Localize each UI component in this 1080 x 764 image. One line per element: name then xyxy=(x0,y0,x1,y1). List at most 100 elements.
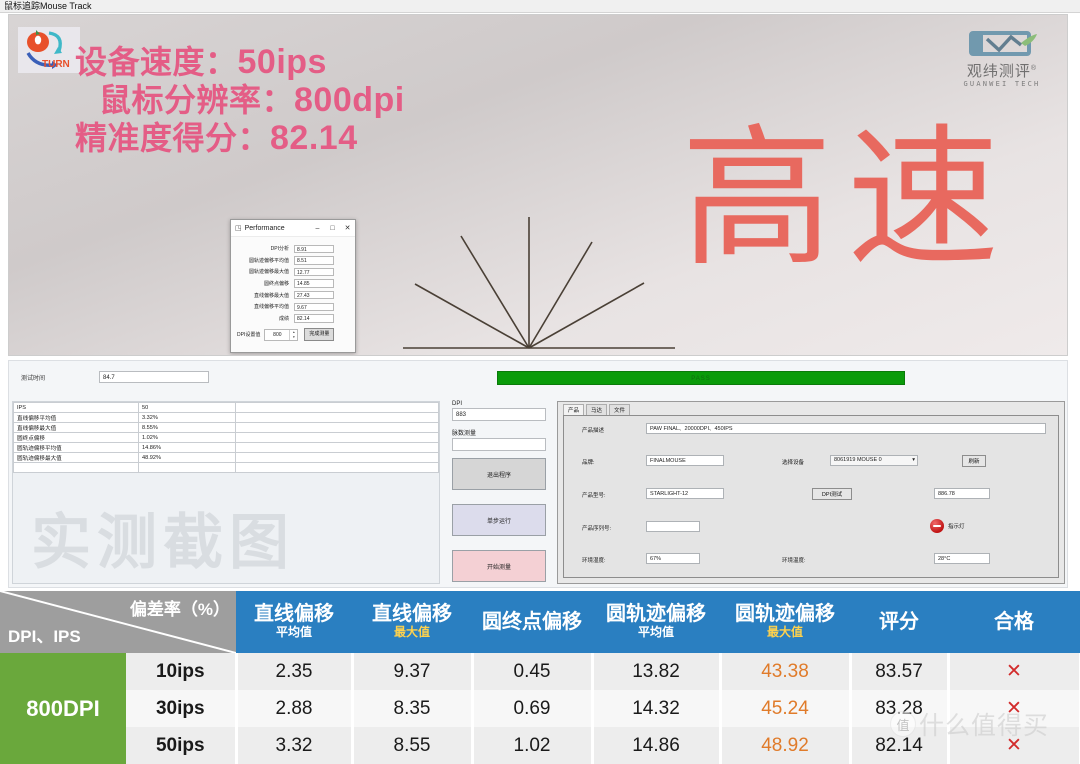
group-label-800dpi: 800DPI xyxy=(0,653,126,764)
summary-header-row: 偏差率（%） DPI、IPS 直线偏移 平均值 直线偏移 最大值 圆终点偏移 圆… xyxy=(0,591,1080,653)
column-header-circle-avg-sub: 平均值 xyxy=(637,625,674,640)
column-header-line-max-sub: 最大值 xyxy=(393,625,430,640)
model-field[interactable]: STARLIGHT-12 xyxy=(646,488,724,499)
maximize-button[interactable]: □ xyxy=(325,225,340,232)
headline-device-speed-label: 设备速度： xyxy=(75,44,238,80)
result-key: 圆轨迹偏移平均值 xyxy=(13,442,139,453)
performance-row-label: 直线偏移最大值 xyxy=(253,292,289,299)
performance-row: 圆轨迹偏移平均值 8.51 xyxy=(237,255,349,267)
model-label: 产品型号: xyxy=(582,493,606,499)
exit-program-button[interactable]: 退出程序 xyxy=(452,458,546,490)
column-header-score: 评分 xyxy=(850,591,948,653)
result-key: 圆轨迹偏移最大值 xyxy=(13,452,139,463)
cell-circle-avg: 14.32 xyxy=(592,690,722,727)
table-row: 圆终点偏移 1.02% xyxy=(13,432,439,443)
row-ips: 30ips xyxy=(126,690,238,727)
product-desc-label: 产品描述 xyxy=(582,428,605,434)
performance-fields: DPI分析 8.91 圆轨迹偏移平均值 8.51 圆轨迹偏移最大值 12.77 … xyxy=(231,237,355,324)
pulse-field[interactable] xyxy=(452,438,546,451)
column-header-circle-end-title: 圆终点偏移 xyxy=(482,610,582,633)
dpi-control-column: DPI 883 脉数测量 退出程序 单步运行 开始测量 xyxy=(452,401,546,596)
close-button[interactable]: ✕ xyxy=(340,224,355,232)
performance-score-value: 82.14 xyxy=(294,314,334,323)
summary-table: 偏差率（%） DPI、IPS 直线偏移 平均值 直线偏移 最大值 圆终点偏移 圆… xyxy=(0,591,1080,764)
headline-dpi-label: 鼠标分辨率： xyxy=(99,82,295,119)
result-panel: IPS 50 直线偏移平均值 3.32% 直线偏移最大值 8.55% 圆终点偏移… xyxy=(12,401,440,584)
device-select[interactable]: 8061919 MOUSE 0 ▾ xyxy=(830,455,918,466)
serial-field[interactable] xyxy=(646,521,700,532)
performance-row-value: 8.91 xyxy=(294,244,334,254)
start-measure-button[interactable]: 开始测量 xyxy=(452,550,546,582)
cell-circle-avg: 14.86 xyxy=(592,727,722,764)
table-row xyxy=(13,462,439,473)
performance-row: 圆轨迹偏移最大值 12.77 xyxy=(237,266,349,278)
brand-registered-mark: ® xyxy=(1030,65,1038,72)
minimize-button[interactable]: – xyxy=(310,225,325,232)
temperature-label: 环境温度: xyxy=(782,558,806,564)
test-time-field[interactable]: 84.7 xyxy=(99,371,209,383)
headline-score-value: 82.14 xyxy=(270,119,358,158)
cell-circle-max: 43.38 xyxy=(720,653,852,690)
tab-motor[interactable]: 马达 xyxy=(586,404,608,415)
performance-footer: DPI设置值 800 ▲ ▼ 完成测量 xyxy=(231,328,355,342)
dpi-field[interactable]: 883 xyxy=(452,408,546,421)
cell-pass: ✕ xyxy=(948,690,1080,727)
result-value: 48.92% xyxy=(138,452,236,463)
performance-row-value: 14.85 xyxy=(294,279,334,288)
headline-device-speed: 设备速度：50ips xyxy=(75,43,499,81)
humidity-field[interactable]: 67% xyxy=(646,553,700,564)
refresh-button[interactable]: 刷新 xyxy=(962,455,986,467)
indicator-label: 指示灯 xyxy=(948,524,965,530)
dpi-setting-stepper[interactable]: 800 ▲ ▼ xyxy=(264,328,299,341)
dpi-test-button[interactable]: DPI测试 xyxy=(812,488,852,500)
result-key: 圆终点偏移 xyxy=(13,432,139,443)
performance-dialog[interactable]: ◳ Performance – □ ✕ DPI分析 8.91 圆轨迹偏移平均值 … xyxy=(230,219,356,353)
stepper-arrows-icon[interactable]: ▲ ▼ xyxy=(289,329,297,340)
column-header-circle-avg-title: 圆轨迹偏移 xyxy=(606,603,706,626)
mouse-track-lines xyxy=(403,217,675,349)
mouse-track-canvas[interactable]: TURN 设备速度：50ips 鼠标分辨率：800dpi 精准度得分：82.14 xyxy=(8,14,1068,356)
performance-row-label: 圆终点偏移 xyxy=(263,281,289,288)
indicator-led-icon xyxy=(930,519,944,533)
tab-file[interactable]: 文件 xyxy=(609,404,631,415)
temperature-field[interactable]: 28°C xyxy=(934,553,990,564)
test-time-label: 测试时间 xyxy=(21,375,46,382)
product-panel: 产品 马达 文件 产品描述 PAW FINAL、20000DPI、450IPS … xyxy=(557,401,1065,584)
result-value: 50 xyxy=(138,402,236,413)
device-select-row: 选择设备 xyxy=(782,458,804,466)
window-title-bar: 鼠标追踪Mouse Track xyxy=(0,0,1080,13)
performance-row-label: DPI分析 xyxy=(270,246,289,253)
cell-line-avg: 3.32 xyxy=(236,727,354,764)
headline-group: 设备速度：50ips 鼠标分辨率：800dpi 精准度得分：82.14 xyxy=(69,43,499,157)
finish-measure-button[interactable]: 完成测量 xyxy=(304,328,335,342)
cell-line-avg: 2.35 xyxy=(236,653,354,690)
column-header-score-title: 评分 xyxy=(879,610,919,633)
model-row: 产品型号: xyxy=(582,491,606,499)
brand-row: 品牌: xyxy=(582,458,595,466)
cell-score: 82.14 xyxy=(850,727,950,764)
headline-device-speed-value: 50ips xyxy=(237,43,327,81)
device-select-label: 选择设备 xyxy=(782,460,805,466)
column-header-line-avg-title: 直线偏移 xyxy=(254,603,334,626)
dpi-setting-value[interactable]: 800 xyxy=(265,330,289,340)
tab-product[interactable]: 产品 xyxy=(563,404,585,415)
step-run-button[interactable]: 单步运行 xyxy=(452,504,546,536)
brand-field[interactable]: FINALMOUSE xyxy=(646,455,724,466)
cell-circle-end: 1.02 xyxy=(472,727,594,764)
performance-row-value: 27.43 xyxy=(294,290,334,300)
performance-title: Performance xyxy=(244,224,285,232)
column-header-pass-title: 合格 xyxy=(994,610,1034,633)
brand-logo: 观纬测评® GUANWEI TECH xyxy=(947,29,1057,88)
column-header-pass: 合格 xyxy=(948,591,1080,653)
cell-circle-avg: 13.82 xyxy=(592,653,722,690)
product-desc-field[interactable]: PAW FINAL、20000DPI、450IPS xyxy=(646,423,1046,434)
performance-row: 直线偏移最大值 27.43 xyxy=(237,289,349,301)
cell-pass: ✕ xyxy=(948,727,1080,764)
product-tabs: 产品 马达 文件 xyxy=(558,402,1064,415)
screenshot-watermark: 实测截图 xyxy=(31,509,295,576)
pulse-label: 脉数测量 xyxy=(452,431,477,437)
performance-row-value: 9.67 xyxy=(294,302,334,312)
humidity-label: 环境湿度: xyxy=(582,558,606,564)
table-row: 圆轨迹偏移平均值 14.86% xyxy=(13,442,439,453)
headline-score: 精准度得分：82.14 xyxy=(75,119,499,157)
